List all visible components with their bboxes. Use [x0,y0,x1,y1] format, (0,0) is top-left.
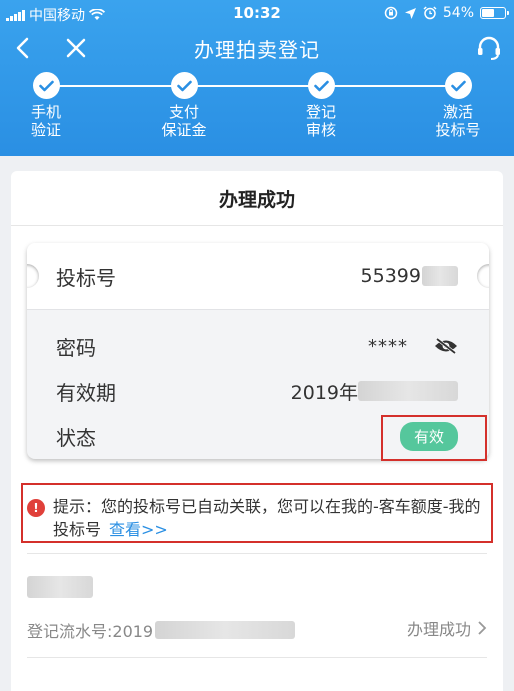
step-label-line1: 支付 [168,103,199,121]
redacted-mask [358,381,458,401]
validity-value: 2019年 [291,378,458,405]
ticket-divider [27,309,489,310]
step-label-line1: 手机 [30,103,61,121]
headset-icon[interactable] [474,33,504,63]
record-serial-text: 登记流水号:2019 [27,622,154,641]
record-serial: 登记流水号:2019 [27,618,296,642]
redacted-mask [422,266,458,286]
result-title: 办理成功 [218,189,295,211]
divider [27,657,487,658]
bid-number-text: 55399 [360,265,421,287]
alarm-icon [423,6,437,20]
redacted-mask [27,576,93,598]
step-label-line1: 激活 [442,103,473,121]
tip-text: 提示：您的投标号已自动关联，您可以在我的-客车额度-我的投标号 查看>> [53,495,491,541]
status-label: 状态 [56,425,96,450]
battery-icon [480,7,509,19]
redacted-mask [155,621,296,639]
step-check-icon [444,72,472,99]
result-card: 办理成功 投标号 55399 密码 **** 有效期 2019年 状态 有效 !… [11,171,503,691]
bid-number-value: 55399 [361,265,458,287]
record-status-text: 办理成功 [406,620,471,639]
step-label-line1: 登记 [305,103,336,121]
bid-number-label: 投标号 [56,265,116,290]
step-label-line2: 验证 [30,121,61,139]
progress-line [46,85,458,87]
view-link[interactable]: 查看>> [109,520,168,539]
step-label: 激活 投标号 [408,103,508,139]
step-label: 手机 验证 [0,103,96,139]
status-highlight-box [381,415,487,461]
step-2: 支付 保证金 [134,72,234,139]
validity-text: 2019年 [290,381,358,404]
eye-hidden-icon[interactable] [434,337,458,355]
validity-row: 有效期 2019年 [56,376,458,406]
step-1: 手机 验证 [0,72,96,139]
step-check-icon [32,72,60,99]
location-icon [404,7,416,19]
nav-bar: 办理拍卖登记 [0,28,514,70]
step-check-icon [170,72,198,99]
battery-percent: 54% [442,5,474,21]
record-status[interactable]: 办理成功 [407,616,487,640]
chevron-right-icon [478,621,487,635]
step-label: 登记 审核 [271,103,371,139]
bid-number-row: 投标号 55399 [56,261,458,291]
step-label: 支付 保证金 [134,103,234,139]
progress-steps: 手机 验证 支付 保证金 登记 审核 激活 投标号 [0,70,514,156]
close-icon[interactable] [62,34,90,62]
step-label-line2: 保证金 [161,121,207,139]
password-text: **** [368,335,408,357]
step-label-line2: 投标号 [435,121,481,139]
step-label-line2: 审核 [305,121,336,139]
step-4: 激活 投标号 [408,72,508,139]
password-label: 密码 [56,335,96,360]
alert-icon: ! [27,499,45,517]
orientation-lock-icon [384,6,398,20]
app-header: 中国移动 10:32 54% 办理拍卖登记 手机 验证 支付 保证金 登记 审核 激活 投标号 [0,0,514,156]
step-3: 登记 审核 [271,72,371,139]
step-check-icon [307,72,335,99]
battery-level [482,9,494,17]
status-bar: 中国移动 10:32 54% [0,0,514,28]
validity-label: 有效期 [56,380,116,405]
divider [27,553,487,554]
password-row: 密码 **** [56,331,458,361]
divider [11,225,503,226]
back-chevron-icon[interactable] [10,34,38,62]
password-value: **** [368,336,458,357]
